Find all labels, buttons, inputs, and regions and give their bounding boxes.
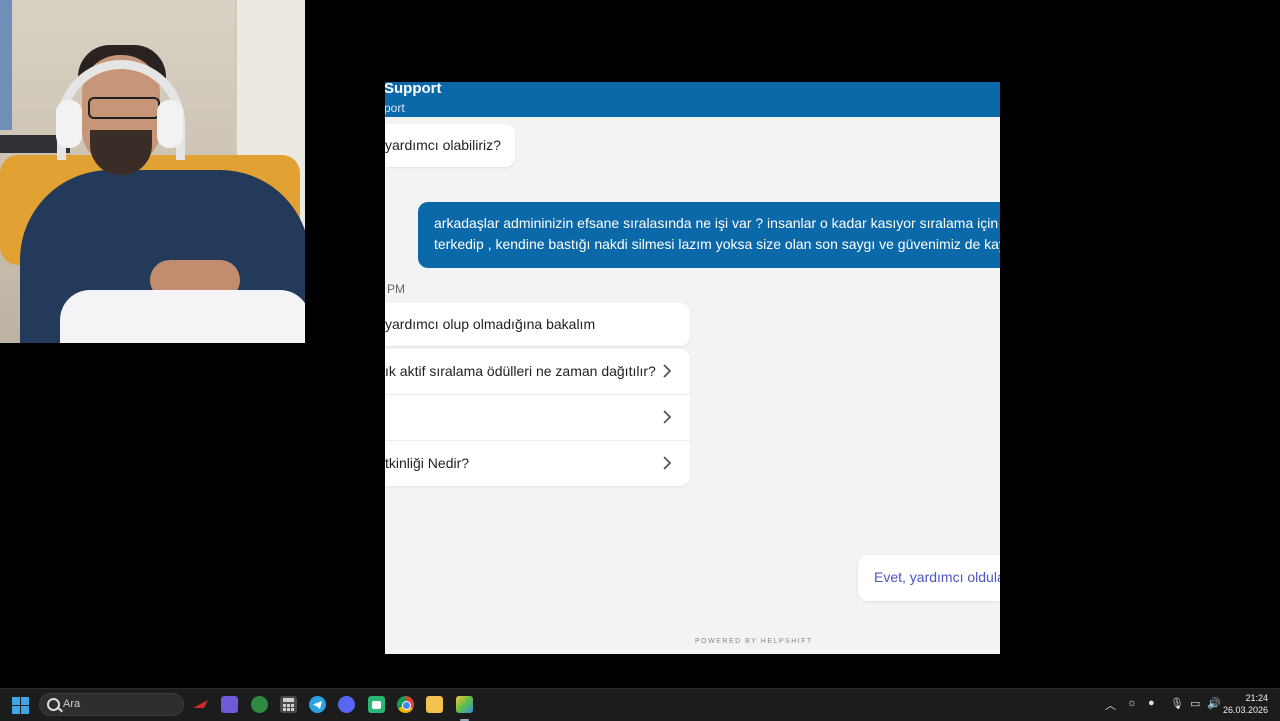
brightness-icon[interactable]: ☼ (1127, 697, 1137, 709)
faq-option-3[interactable]: tkinliği Nedir? (385, 441, 690, 486)
chevron-right-icon (663, 410, 672, 424)
lenovo-app-icon[interactable] (192, 696, 209, 713)
xbox-app-icon[interactable] (251, 696, 268, 713)
chrome-app-icon[interactable] (397, 696, 414, 713)
chevron-right-icon (663, 364, 672, 378)
taskbar: Ara ︿ ☼ ● 🎙 ▭ 🔊 21:24 26.03.2026 (0, 688, 1280, 721)
clock-time: 21:24 (1245, 693, 1268, 703)
user-message-line-1: arkadaşlar admininizin efsane sıralasınd… (434, 215, 1000, 231)
taskbar-search-text: Ara (63, 698, 81, 710)
webcam-overlay (0, 0, 305, 343)
faq-option-label: tkinliği Nedir? (385, 455, 470, 471)
clock-date: 26.03.2026 (1222, 705, 1268, 715)
chat-title: Support (385, 82, 442, 97)
chevron-up-icon[interactable]: ︿ (1105, 697, 1116, 713)
chat-header: Support port (385, 82, 1000, 117)
network-icon[interactable]: ▭ (1190, 697, 1200, 710)
faq-options: ık aktif sıralama ödülleri ne zaman dağı… (385, 349, 690, 486)
faq-option-2[interactable] (385, 395, 690, 441)
taskbar-clock[interactable]: 21:24 26.03.2026 (1223, 692, 1268, 716)
calculator-app-icon[interactable] (280, 696, 297, 713)
powered-by-label: POWERED BY HELPSHIFT (695, 638, 813, 645)
faq-option-label: ık aktif sıralama ödülleri ne zaman dağı… (385, 363, 656, 379)
file-explorer-app-icon[interactable] (426, 696, 443, 713)
volume-icon[interactable]: 🔊 (1207, 697, 1221, 710)
faq-option-1[interactable]: ık aktif sıralama ödülleri ne zaman dağı… (385, 349, 690, 395)
chat-subtitle: port (385, 101, 405, 115)
discord-app-icon[interactable] (338, 696, 355, 713)
message-timestamp: PM (387, 282, 405, 296)
reply-option-text: Evet, yardımcı oldula (874, 569, 1000, 585)
steam-icon[interactable]: ● (1148, 697, 1155, 709)
windows-start-icon[interactable] (12, 697, 29, 714)
telegram-app-icon[interactable] (309, 696, 326, 713)
chevron-right-icon (663, 456, 672, 470)
user-message-line-2: terkedip , kendine bastığı nakdi silmesi… (434, 236, 1000, 252)
reply-option-button[interactable]: Evet, yardımcı oldula (858, 555, 1000, 601)
microphone-icon[interactable]: 🎙 (1170, 697, 1184, 710)
bot-message-text: yardımcı olabiliriz? (385, 137, 501, 153)
support-chat-window: Support port yardımcı olabiliriz? arkada… (385, 82, 1000, 654)
search-icon (47, 698, 60, 711)
bot-followup-message: yardımcı olup olmadığına bakalım (385, 303, 690, 346)
bot-followup-text: yardımcı olup olmadığına bakalım (385, 316, 596, 332)
taskbar-search[interactable]: Ara (39, 693, 184, 716)
bot-message: yardımcı olabiliriz? (385, 124, 515, 167)
user-message: arkadaşlar admininizin efsane sıralasınd… (418, 202, 1000, 268)
bluestacks-app-icon[interactable] (456, 696, 473, 721)
tasks-app-icon[interactable] (221, 696, 238, 713)
android-app-icon[interactable] (368, 696, 385, 713)
